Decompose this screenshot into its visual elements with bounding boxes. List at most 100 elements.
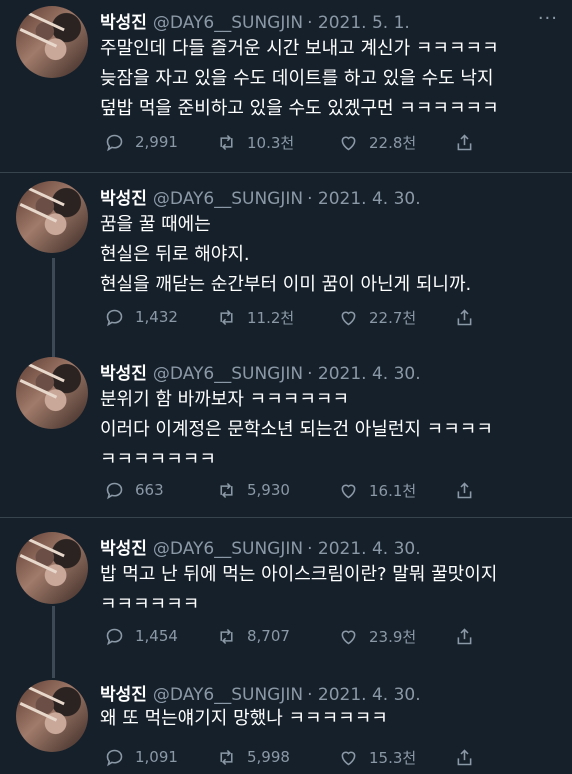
tweet-line: 주말인데 다들 즐거운 시간 보내고 계신가 ㅋㅋㅋㅋㅋ bbox=[100, 38, 499, 59]
tweet-actions: 663 5,930 16.1천 bbox=[100, 477, 540, 503]
tweet[interactable]: 박성진 @DAY6__SUNGJIN · 2021. 4. 30. 왜 또 먹는얘기… bbox=[0, 668, 572, 774]
retweet-icon bbox=[220, 134, 233, 150]
handle[interactable]: @DAY6__SUNGJIN bbox=[153, 539, 303, 559]
tweet[interactable]: 박성진 @DAY6__SUNGJIN · 2021. 5. 1. ··· 주말인데 … bbox=[0, 0, 572, 172]
tweet-text: 분위기 함 바까보자 ㅋㅋㅋㅋㅋㅋ 이러다 이계정은 문학소년 되는건 아닐런지 … bbox=[100, 385, 493, 475]
like-count: 15.3천 bbox=[369, 748, 417, 767]
more-options-icon[interactable]: ··· bbox=[538, 8, 558, 29]
display-name[interactable]: 박성진 bbox=[100, 189, 147, 209]
timestamp[interactable]: · 2021. 4. 30. bbox=[307, 685, 421, 705]
like-count: 22.7천 bbox=[369, 308, 417, 327]
avatar[interactable] bbox=[16, 532, 88, 604]
share-icon bbox=[457, 481, 472, 498]
tweet-actions: 1,432 11.2천 22.7천 bbox=[100, 304, 540, 330]
retweet-icon bbox=[220, 309, 233, 325]
tweet-line: ㅋㅋㅋㅋㅋㅋ bbox=[100, 594, 200, 615]
retweet-icon bbox=[220, 628, 233, 644]
retweet-count: 5,930 bbox=[247, 481, 290, 499]
timestamp[interactable]: · 2021. 5. 1. bbox=[307, 13, 410, 33]
share-icon bbox=[457, 308, 472, 325]
tweet-line: 왜 또 먹는얘기지 망했나 ㅋㅋㅋㅋㅋㅋ bbox=[100, 708, 388, 729]
reply-icon bbox=[106, 749, 123, 766]
handle[interactable]: @DAY6__SUNGJIN bbox=[153, 189, 303, 209]
tweet-header: 박성진 @DAY6__SUNGJIN · 2021. 4. 30. bbox=[100, 680, 421, 705]
reply-count: 1,091 bbox=[135, 748, 178, 766]
retweet-button[interactable]: 10.3천 bbox=[216, 129, 294, 155]
share-button[interactable] bbox=[454, 623, 485, 649]
tweet-line: ㅋㅋㅋㅋㅋㅋㅋ bbox=[100, 449, 216, 470]
tweet-actions: 1,091 5,998 15.3천 bbox=[100, 744, 540, 770]
like-count: 22.8천 bbox=[369, 133, 417, 152]
retweet-button[interactable]: 11.2천 bbox=[216, 304, 294, 330]
like-button[interactable]: 15.3천 bbox=[338, 744, 416, 770]
tweet-line: 이러다 이계정은 문학소년 되는건 아닐런지 ㅋㅋㅋㅋ bbox=[100, 419, 493, 440]
reply-icon bbox=[106, 628, 123, 645]
tweet-actions: 1,454 8,707 23.9천 bbox=[100, 623, 540, 649]
display-name[interactable]: 박성진 bbox=[100, 364, 147, 384]
share-button[interactable] bbox=[454, 129, 485, 155]
retweet-button[interactable]: 5,930 bbox=[216, 477, 290, 503]
handle[interactable]: @DAY6__SUNGJIN bbox=[153, 13, 303, 33]
share-icon bbox=[457, 133, 472, 150]
like-button[interactable]: 16.1천 bbox=[338, 477, 416, 503]
retweet-icon bbox=[220, 482, 233, 498]
tweet-actions: 2,991 10.3천 22.8천 bbox=[100, 129, 540, 155]
timestamp[interactable]: · 2021. 4. 30. bbox=[307, 364, 421, 384]
reply-button[interactable]: 663 bbox=[104, 477, 164, 503]
reply-button[interactable]: 1,091 bbox=[104, 744, 178, 770]
reply-icon bbox=[106, 309, 123, 326]
heart-icon bbox=[341, 484, 356, 498]
heart-icon bbox=[341, 630, 356, 644]
tweet-line: 현실은 뒤로 해야지. bbox=[100, 244, 250, 265]
handle[interactable]: @DAY6__SUNGJIN bbox=[153, 364, 303, 384]
heart-icon bbox=[341, 136, 356, 150]
reply-count: 663 bbox=[135, 481, 164, 499]
display-name[interactable]: 박성진 bbox=[100, 13, 147, 33]
avatar[interactable] bbox=[16, 181, 88, 253]
tweet-text: 밥 먹고 난 뒤에 먹는 아이스크림이란? 말뭐 꿀맛이지 ㅋㅋㅋㅋㅋㅋ bbox=[100, 560, 497, 620]
tweet[interactable]: 박성진 @DAY6__SUNGJIN · 2021. 4. 30. 밥 먹고 난 뒤… bbox=[0, 518, 572, 668]
like-button[interactable]: 23.9천 bbox=[338, 623, 416, 649]
tweet[interactable]: 박성진 @DAY6__SUNGJIN · 2021. 4. 30. 분위기 함 바까… bbox=[0, 341, 572, 517]
tweet-header: 박성진 @DAY6__SUNGJIN · 2021. 4. 30. bbox=[100, 184, 421, 209]
retweet-count: 5,998 bbox=[247, 748, 290, 766]
timestamp[interactable]: · 2021. 4. 30. bbox=[307, 539, 421, 559]
tweet-header: 박성진 @DAY6__SUNGJIN · 2021. 4. 30. bbox=[100, 534, 421, 559]
reply-icon bbox=[106, 134, 123, 151]
retweet-icon bbox=[220, 749, 233, 765]
like-count: 16.1천 bbox=[369, 481, 417, 500]
tweet-text: 주말인데 다들 즐거운 시간 보내고 계신가 ㅋㅋㅋㅋㅋ 늦잠을 자고 있을 수도… bbox=[100, 34, 499, 124]
retweet-button[interactable]: 5,998 bbox=[216, 744, 290, 770]
retweet-button[interactable]: 8,707 bbox=[216, 623, 290, 649]
share-icon bbox=[457, 627, 472, 644]
tweet-text: 꿈을 꿀 때에는 현실은 뒤로 해야지. 현실을 깨닫는 순간부터 이미 꿈이 아닌… bbox=[100, 210, 471, 300]
tweet-text: 왜 또 먹는얘기지 망했나 ㅋㅋㅋㅋㅋㅋ bbox=[100, 704, 388, 734]
share-button[interactable] bbox=[454, 477, 485, 503]
display-name[interactable]: 박성진 bbox=[100, 685, 147, 705]
reply-count: 2,991 bbox=[135, 133, 178, 151]
share-button[interactable] bbox=[454, 744, 485, 770]
timestamp[interactable]: · 2021. 4. 30. bbox=[307, 189, 421, 209]
avatar[interactable] bbox=[16, 357, 88, 429]
tweet[interactable]: 박성진 @DAY6__SUNGJIN · 2021. 4. 30. 꿈을 꿀 때에는… bbox=[0, 173, 572, 341]
tweet-line: 늦잠을 자고 있을 수도 데이트를 하고 있을 수도 낙지 bbox=[100, 68, 494, 89]
tweet-line: 덮밥 먹을 준비하고 있을 수도 있겠구먼 ㅋㅋㅋㅋㅋㅋ bbox=[100, 98, 499, 119]
reply-icon bbox=[106, 482, 123, 499]
retweet-count: 11.2천 bbox=[247, 308, 295, 327]
share-button[interactable] bbox=[454, 304, 485, 330]
like-button[interactable]: 22.8천 bbox=[338, 129, 416, 155]
share-icon bbox=[457, 748, 472, 765]
tweet-line: 밥 먹고 난 뒤에 먹는 아이스크림이란? 말뭐 꿀맛이지 bbox=[100, 564, 498, 585]
reply-button[interactable]: 2,991 bbox=[104, 129, 178, 155]
avatar[interactable] bbox=[16, 6, 88, 78]
handle[interactable]: @DAY6__SUNGJIN bbox=[153, 685, 303, 705]
display-name[interactable]: 박성진 bbox=[100, 539, 147, 559]
like-button[interactable]: 22.7천 bbox=[338, 304, 416, 330]
reply-button[interactable]: 1,454 bbox=[104, 623, 178, 649]
heart-icon bbox=[341, 751, 356, 765]
tweet-header: 박성진 @DAY6__SUNGJIN · 2021. 4. 30. bbox=[100, 359, 421, 384]
retweet-count: 10.3천 bbox=[247, 133, 295, 152]
reply-button[interactable]: 1,432 bbox=[104, 304, 178, 330]
avatar[interactable] bbox=[16, 680, 88, 752]
retweet-count: 8,707 bbox=[247, 627, 290, 645]
